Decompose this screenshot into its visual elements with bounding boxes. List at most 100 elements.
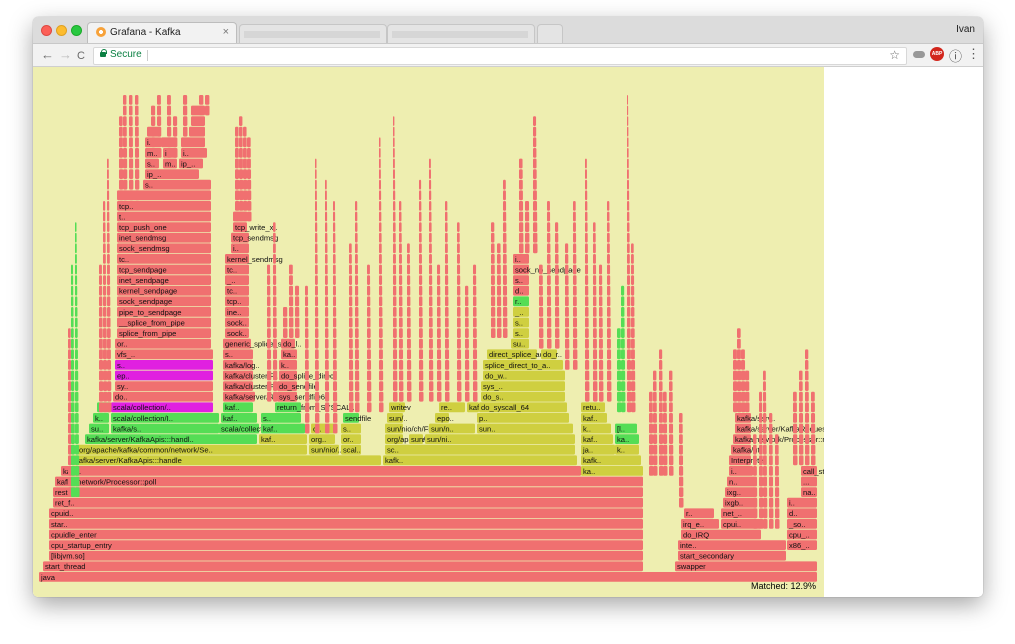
stack-frame-spike[interactable] — [503, 328, 508, 338]
stack-frame-spike[interactable] — [273, 254, 276, 264]
stack-frame-spike[interactable] — [599, 370, 604, 381]
stack-frame-spike[interactable] — [775, 466, 779, 476]
stack-frame-spike[interactable] — [659, 402, 663, 413]
stack-frame-spike[interactable] — [333, 413, 338, 423]
stack-frame-spike[interactable] — [763, 487, 768, 497]
stack-frame-spike[interactable] — [107, 391, 112, 402]
stack-frame-spike[interactable] — [631, 317, 635, 328]
stack-frame-spike[interactable] — [325, 254, 328, 264]
stack-frame-spike[interactable] — [627, 148, 629, 158]
stack-frame-spike[interactable] — [539, 338, 544, 349]
stack-frame-spike[interactable] — [267, 307, 271, 317]
stack-frame-spike[interactable] — [445, 222, 448, 232]
stack-frame-spike[interactable] — [273, 391, 278, 402]
tab-blank-1[interactable] — [239, 24, 387, 43]
stack-frame-spike[interactable] — [355, 307, 359, 317]
stack-frame[interactable] — [385, 444, 575, 455]
stack-frame-spike[interactable] — [617, 328, 621, 338]
stack-frame-spike[interactable] — [295, 317, 300, 328]
menu-icon[interactable]: ⋮ — [967, 46, 980, 62]
stack-frame-spike[interactable] — [679, 487, 684, 497]
stack-frame-spike[interactable] — [333, 222, 336, 232]
stack-frame-spike[interactable] — [71, 455, 76, 466]
stack-frame-spike[interactable] — [205, 105, 210, 116]
stack-frame-spike[interactable] — [239, 116, 243, 126]
stack-frame-spike[interactable] — [607, 307, 611, 317]
stack-frame-spike[interactable] — [379, 264, 382, 275]
stack-frame-spike[interactable] — [75, 455, 80, 466]
stack-frame-spike[interactable] — [547, 317, 552, 328]
stack-frame-spike[interactable] — [393, 370, 398, 381]
stack-frame-spike[interactable] — [103, 391, 108, 402]
stack-frame-spike[interactable] — [445, 264, 449, 275]
stack-frame-spike[interactable] — [295, 296, 300, 307]
stack-frame-spike[interactable] — [805, 434, 810, 444]
stack-frame-spike[interactable] — [305, 370, 309, 381]
stack-frame-spike[interactable] — [379, 190, 382, 201]
stack-frame-spike[interactable] — [555, 232, 559, 243]
stack-frame-spike[interactable] — [759, 476, 764, 487]
stack-frame-spike[interactable] — [653, 444, 658, 455]
stack-frame-spike[interactable] — [627, 317, 631, 328]
stack-frame-spike[interactable] — [565, 243, 569, 254]
stack-frame-spike[interactable] — [325, 338, 329, 349]
stack-frame-spike[interactable] — [585, 190, 588, 201]
stack-frame-spike[interactable] — [593, 381, 598, 391]
stack-frame-spike[interactable] — [273, 317, 277, 328]
stack-frame-spike[interactable] — [437, 296, 441, 307]
stack-frame-spike[interactable] — [315, 307, 319, 317]
stack-frame-spike[interactable] — [607, 285, 611, 296]
stack-frame-spike[interactable] — [585, 391, 590, 402]
stack-frame-spike[interactable] — [503, 222, 507, 232]
stack-frame-spike[interactable] — [333, 232, 336, 243]
stack-frame-spike[interactable] — [333, 307, 337, 317]
stack-frame-spike[interactable] — [769, 455, 773, 466]
stack-frame-spike[interactable] — [103, 243, 106, 254]
stack-frame-spike[interactable] — [103, 402, 108, 413]
stack-frame-spike[interactable] — [555, 264, 559, 275]
stack-frame-spike[interactable] — [533, 137, 537, 148]
stack-frame-spike[interactable] — [273, 381, 278, 391]
stack-frame-spike[interactable] — [607, 338, 611, 349]
stack-frame-spike[interactable] — [419, 370, 424, 381]
tab-close-icon[interactable]: × — [223, 26, 229, 38]
stack-frame-spike[interactable] — [585, 349, 590, 360]
stack-frame-spike[interactable] — [539, 275, 543, 285]
stack-frame-spike[interactable] — [775, 487, 780, 497]
stack-frame-spike[interactable] — [305, 307, 309, 317]
stack-frame-spike[interactable] — [457, 317, 461, 328]
stack-frame-spike[interactable] — [555, 275, 559, 285]
stack-frame-spike[interactable] — [653, 381, 657, 391]
stack-frame-spike[interactable] — [379, 360, 384, 370]
stack-frame-spike[interactable] — [585, 381, 590, 391]
stack-frame-spike[interactable] — [503, 254, 507, 264]
stack-frame-spike[interactable] — [599, 381, 604, 391]
stack-frame-spike[interactable] — [519, 158, 523, 169]
stack-frame-spike[interactable] — [585, 285, 589, 296]
stack-frame-spike[interactable] — [497, 275, 501, 285]
stack-frame-spike[interactable] — [315, 222, 318, 232]
stack-frame-spike[interactable] — [565, 307, 569, 317]
stack-frame-spike[interactable] — [763, 370, 766, 381]
stack-frame-spike[interactable] — [243, 211, 248, 222]
stack-frame-spike[interactable] — [367, 391, 372, 402]
stack-frame-spike[interactable] — [71, 317, 74, 328]
stack-frame-spike[interactable] — [627, 360, 632, 370]
stack-frame-spike[interactable] — [273, 275, 277, 285]
stack-frame-spike[interactable] — [759, 444, 763, 455]
stack-frame-spike[interactable] — [519, 222, 524, 232]
stack-frame-spike[interactable] — [367, 296, 371, 307]
stack-frame-spike[interactable] — [669, 370, 673, 381]
stack-frame-spike[interactable] — [679, 423, 683, 434]
stack-frame-spike[interactable] — [129, 137, 133, 148]
stack-frame-spike[interactable] — [465, 285, 469, 296]
stack-frame-spike[interactable] — [167, 116, 172, 126]
stack-frame-spike[interactable] — [129, 116, 133, 126]
stack-frame-spike[interactable] — [315, 158, 317, 169]
stack-frame-spike[interactable] — [631, 296, 635, 307]
stack-frame-spike[interactable] — [379, 158, 381, 169]
stack-frame-spike[interactable] — [733, 360, 738, 370]
stack-frame-spike[interactable] — [267, 317, 271, 328]
stack-frame-spike[interactable] — [393, 201, 396, 211]
stack-frame-spike[interactable] — [669, 455, 674, 466]
